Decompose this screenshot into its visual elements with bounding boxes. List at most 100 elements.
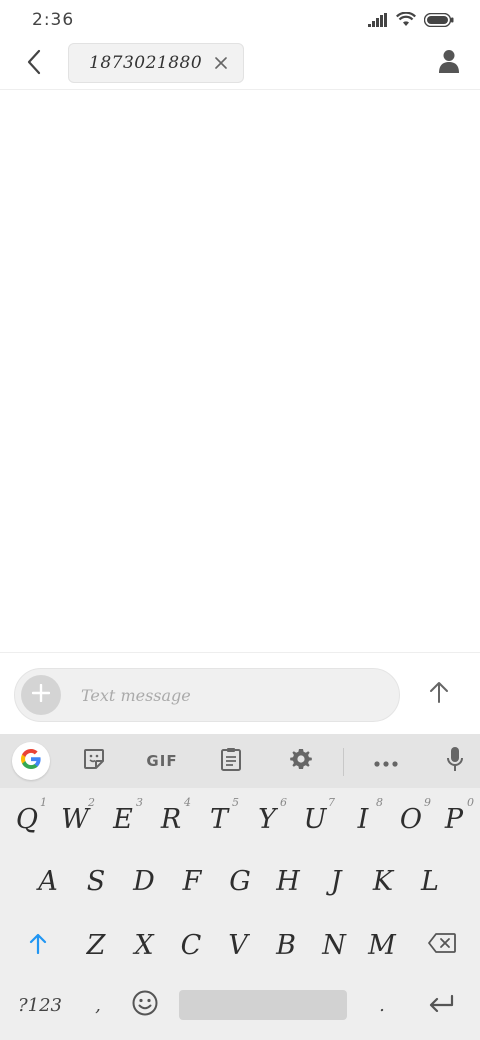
key-label: C xyxy=(180,929,202,961)
conversation-header: 18730218809 xyxy=(0,40,480,90)
key-label: D xyxy=(133,865,155,897)
key-hint: 0 xyxy=(467,796,474,809)
symbols-label: ?123 xyxy=(17,994,62,1016)
key-s[interactable]: S xyxy=(74,854,118,908)
voice-input-button[interactable] xyxy=(436,742,474,780)
signal-icon xyxy=(368,12,388,31)
key-y[interactable]: Y6 xyxy=(245,792,289,846)
key-k[interactable]: K xyxy=(361,854,405,908)
mic-icon xyxy=(446,746,464,776)
key-h[interactable]: H xyxy=(266,854,310,908)
settings-button[interactable] xyxy=(281,742,321,780)
key-label: I xyxy=(357,803,369,835)
key-label: L xyxy=(421,865,439,897)
period-label: . xyxy=(379,994,385,1016)
key-hint: 4 xyxy=(184,796,191,809)
key-label: K xyxy=(372,865,394,897)
contact-button[interactable] xyxy=(434,48,464,78)
status-time: 2:36 xyxy=(32,10,75,30)
key-d[interactable]: D xyxy=(122,854,166,908)
key-g[interactable]: G xyxy=(218,854,262,908)
close-icon[interactable] xyxy=(213,55,229,71)
sticker-button[interactable] xyxy=(74,742,114,780)
recipient-chip[interactable]: 18730218809 xyxy=(68,43,244,83)
key-q[interactable]: Q1 xyxy=(5,792,49,846)
chevron-left-icon xyxy=(26,49,42,79)
key-u[interactable]: U7 xyxy=(293,792,337,846)
key-label: M xyxy=(368,929,396,961)
key-l[interactable]: L xyxy=(408,854,452,908)
message-input[interactable] xyxy=(81,669,381,721)
key-hint: 5 xyxy=(232,796,239,809)
key-f[interactable]: F xyxy=(170,854,214,908)
attach-button[interactable] xyxy=(21,675,61,715)
keyboard-toolbar: GIF xyxy=(0,734,480,788)
more-icon xyxy=(374,752,398,771)
status-icons xyxy=(368,11,454,31)
compose-bar xyxy=(0,652,480,734)
clipboard-button[interactable] xyxy=(211,742,251,780)
key-label: T xyxy=(209,803,228,835)
conversation-area xyxy=(0,91,480,651)
key-label: E xyxy=(113,803,133,835)
backspace-icon xyxy=(428,933,456,957)
gif-button[interactable]: GIF xyxy=(140,742,184,780)
more-button[interactable] xyxy=(366,742,406,780)
key-label: P xyxy=(444,803,464,835)
key-label: V xyxy=(228,929,248,961)
key-i[interactable]: I8 xyxy=(341,792,385,846)
key-c[interactable]: C xyxy=(169,918,213,972)
comma-key[interactable]: , xyxy=(80,980,116,1030)
key-e[interactable]: E3 xyxy=(101,792,145,846)
key-j[interactable]: J xyxy=(314,854,358,908)
send-button[interactable] xyxy=(424,679,454,709)
key-a[interactable]: A xyxy=(26,854,70,908)
backspace-key[interactable] xyxy=(420,918,464,972)
key-r[interactable]: R4 xyxy=(149,792,193,846)
key-label: S xyxy=(86,865,106,897)
status-bar: 2:36 xyxy=(0,0,480,40)
key-m[interactable]: M xyxy=(360,918,404,972)
key-hint: 7 xyxy=(328,796,335,809)
key-label: Q xyxy=(15,803,39,835)
sticker-icon xyxy=(82,747,106,775)
person-icon xyxy=(438,49,460,77)
key-p[interactable]: P0 xyxy=(432,792,476,846)
key-label: H xyxy=(276,865,300,897)
back-button[interactable] xyxy=(20,49,48,79)
gif-label: GIF xyxy=(146,752,178,770)
key-o[interactable]: O9 xyxy=(389,792,433,846)
key-hint: 1 xyxy=(40,796,47,809)
key-label: Y xyxy=(258,803,276,835)
key-b[interactable]: B xyxy=(264,918,308,972)
key-label: G xyxy=(229,865,251,897)
symbols-key[interactable]: ?123 xyxy=(10,980,70,1030)
key-t[interactable]: T5 xyxy=(197,792,241,846)
keyboard: G I F Q 1 W 2 E 3 R 4 T 5 Y 6 U 7 I 8 O 9 … xyxy=(0,734,480,1040)
key-label: A xyxy=(38,865,58,897)
key-label: R xyxy=(160,803,182,835)
wifi-icon xyxy=(396,11,416,31)
google-button[interactable] xyxy=(12,742,50,780)
gear-icon xyxy=(289,747,313,775)
battery-icon xyxy=(423,12,454,31)
key-w[interactable]: W2 xyxy=(53,792,97,846)
emoji-icon xyxy=(132,990,158,1020)
space-key[interactable] xyxy=(179,990,347,1020)
key-hint: 9 xyxy=(424,796,431,809)
arrow-up-icon xyxy=(429,681,449,707)
google-g-icon xyxy=(19,747,43,775)
key-label: N xyxy=(322,929,346,961)
plus-icon xyxy=(31,683,51,706)
enter-key[interactable] xyxy=(418,980,464,1030)
key-z[interactable]: Z xyxy=(74,918,118,972)
key-v[interactable]: V xyxy=(216,918,260,972)
period-key[interactable]: . xyxy=(364,980,400,1030)
shift-key[interactable] xyxy=(16,918,60,972)
emoji-key[interactable] xyxy=(124,980,166,1030)
key-hint: 8 xyxy=(376,796,383,809)
key-hint: 3 xyxy=(136,796,143,809)
key-n[interactable]: N xyxy=(312,918,356,972)
compose-field xyxy=(14,668,400,722)
key-x[interactable]: X xyxy=(122,918,166,972)
